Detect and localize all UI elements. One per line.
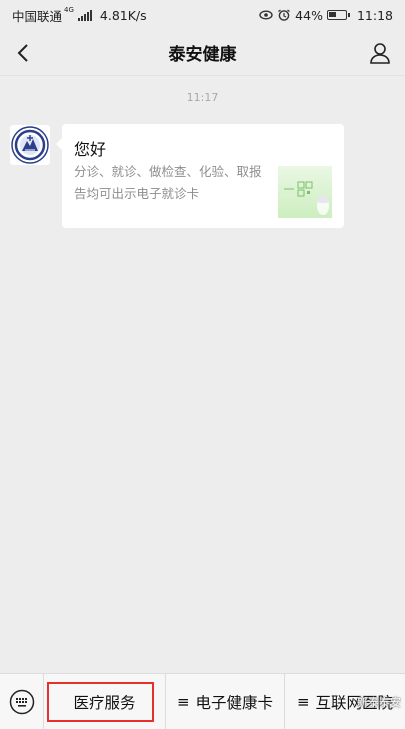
- network-type: 4G: [64, 6, 74, 14]
- message-description: 分诊、就诊、做检查、化验、取报告均可出示电子就诊卡: [74, 164, 262, 201]
- status-bar: 中国联通 4G 4.81K/s 44% 11:18: [0, 0, 405, 30]
- avatar[interactable]: [10, 125, 50, 165]
- menu-e-health-card[interactable]: ≡ 电子健康卡: [166, 673, 285, 729]
- status-left: 中国联通 4G 4.81K/s: [12, 6, 147, 25]
- page-title: 泰安健康: [168, 45, 237, 65]
- menu-medical-service[interactable]: 医疗服务: [44, 673, 166, 729]
- eye-icon: [259, 10, 273, 20]
- alarm-icon: [278, 9, 291, 21]
- battery-icon: [326, 10, 350, 20]
- status-right: 44% 11:18: [259, 8, 393, 23]
- carrier-label: 中国联通: [12, 8, 63, 24]
- signal-icon: [77, 9, 92, 21]
- battery-percent: 44%: [295, 7, 323, 23]
- title-bar: 泰安健康: [0, 30, 405, 76]
- message-title: 您好: [74, 140, 107, 159]
- back-button[interactable]: [10, 40, 36, 66]
- message-card[interactable]: 您好 分诊、就诊、做检查、化验、取报告均可出示电子就诊卡: [56, 124, 344, 228]
- profile-button[interactable]: [367, 40, 393, 66]
- hospital-logo-icon: [11, 126, 49, 164]
- menu-list-icon: ≡: [176, 692, 190, 711]
- message-timestamp: 11:17: [186, 91, 219, 104]
- menu-medical-service-label: 医疗服务: [73, 693, 136, 712]
- person-icon: [370, 43, 390, 64]
- health-card-icon: [284, 181, 329, 215]
- message-thumbnail: [278, 166, 332, 218]
- menu-e-health-card-label: 电子健康卡: [195, 693, 274, 712]
- keyboard-toggle-button[interactable]: [0, 673, 44, 729]
- bottom-menu-bar: 医疗服务 ≡ 电子健康卡 ≡ 互联网医院: [0, 673, 405, 729]
- menu-list-icon: ≡: [296, 692, 310, 711]
- network-speed: 4.81K/s: [99, 7, 147, 23]
- keyboard-icon: [9, 689, 34, 714]
- clock-time: 11:18: [356, 7, 393, 23]
- chevron-left-icon: [17, 44, 28, 62]
- watermark: 新泰泰安: [357, 696, 401, 709]
